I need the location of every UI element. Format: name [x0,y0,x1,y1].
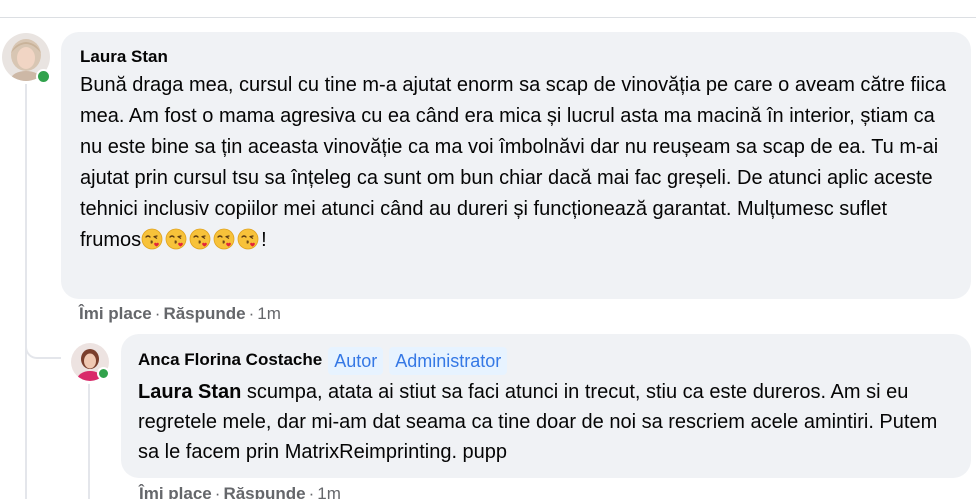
like-button[interactable]: Îmi place [79,304,152,323]
administrator-badge: Administrator [389,346,508,375]
separator: · [154,304,161,323]
mention-laura-stan[interactable]: Laura Stan [138,381,241,403]
thread-connector [25,84,27,499]
reply-timestamp[interactable]: 1m [317,484,341,499]
face-blowing-a-kiss-icon [165,228,187,250]
separator: · [308,484,315,499]
author-badge: Autor [328,346,384,375]
comment-timestamp[interactable]: 1m [257,304,281,323]
reply-button[interactable]: Răspunde [223,484,305,499]
online-status-icon [36,69,51,84]
divider [0,17,976,18]
reply-connector [25,337,61,359]
reply-text: Laura Stan scumpa, atata ai stiut sa fac… [138,377,955,467]
reply-author[interactable]: Anca Florina Costache [138,350,322,369]
comment-actions: Îmi place · Răspunde · 1m [79,303,281,325]
comment-body: Bună draga mea, cursul cu tine m-a ajuta… [80,74,947,251]
reply-author-line: Anca Florina Costache Autor Administrator [138,346,955,375]
comment-text: Bună draga mea, cursul cu tine m-a ajuta… [80,70,953,256]
like-button[interactable]: Îmi place [139,484,212,499]
reply-bubble: Anca Florina Costache Autor Administrator … [121,334,971,478]
separator: · [214,484,221,499]
reply-body: scumpa, atata ai stiut sa faci atunci in… [138,380,938,463]
reply-button[interactable]: Răspunde [163,304,245,323]
separator: · [248,304,255,323]
comment-text-end: ! [261,229,267,251]
face-blowing-a-kiss-icon [237,228,259,250]
comment-bubble: Laura Stan Bună draga mea, cursul cu tin… [61,32,971,299]
face-blowing-a-kiss-icon [189,228,211,250]
online-status-icon [97,367,110,380]
face-blowing-a-kiss-icon [141,228,163,250]
comment-author[interactable]: Laura Stan [80,46,953,68]
emoji-run: ! [141,228,267,251]
face-blowing-a-kiss-icon [213,228,235,250]
comment-thread: Laura Stan Bună draga mea, cursul cu tin… [0,0,976,499]
reply-actions: Îmi place · Răspunde · 1m [139,483,341,499]
reply-thread-connector [88,384,90,499]
